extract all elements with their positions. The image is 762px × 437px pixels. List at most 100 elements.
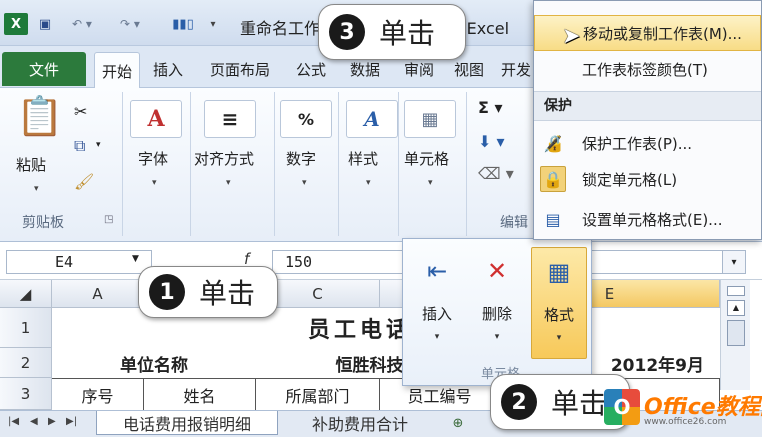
watermark-url: www.office26.com — [644, 417, 727, 427]
menu-item-label: 工作表标签颜色(T) — [582, 60, 708, 79]
number-button-label[interactable]: 数字 — [286, 148, 316, 169]
step-number: 3 — [329, 14, 365, 50]
cell-b3[interactable]: 姓名 — [144, 378, 256, 410]
insert-label: 插入 — [421, 305, 452, 323]
name-box[interactable]: E4 — [6, 250, 152, 274]
cells-icon[interactable]: ▦ — [404, 100, 456, 138]
format-cells-button[interactable]: ▦ 格式 ▾ — [531, 247, 587, 359]
insert-dropdown-icon: ▾ — [434, 332, 440, 342]
name-box-dropdown-icon[interactable]: ▼ — [132, 254, 139, 264]
excel-app-icon[interactable]: X — [4, 13, 28, 35]
cell-a3[interactable]: 序号 — [52, 378, 144, 410]
alignment-dropdown-icon[interactable]: ▾ — [226, 178, 231, 188]
delete-cells-button[interactable]: ✕ 删除 ▾ — [469, 247, 525, 359]
paste-button-label[interactable]: 粘贴 — [16, 154, 46, 175]
first-sheet-icon[interactable]: |◀ — [8, 416, 19, 427]
copy-icon[interactable]: ⧉ — [74, 136, 85, 156]
ribbon-separator — [338, 92, 339, 236]
row-header-1[interactable]: 1 — [0, 308, 52, 348]
styles-dropdown-icon[interactable]: ▾ — [366, 178, 371, 188]
format-label: 格式 — [543, 306, 574, 324]
insert-sheet-icon[interactable]: ⊕ — [444, 411, 472, 435]
menu-item-lock-cell[interactable]: 🔒 锁定单元格(L) — [534, 161, 761, 197]
expand-formula-bar-icon[interactable]: ▾ — [722, 250, 746, 274]
styles-icon[interactable]: A — [346, 100, 398, 138]
font-icon[interactable]: A — [130, 100, 182, 138]
menu-item-label: 移动或复制工作表(M)... — [583, 24, 742, 43]
cell-c3[interactable]: 所属部门 — [256, 378, 380, 410]
step-text: 单击 — [379, 17, 436, 50]
customize-toolbar-icon[interactable]: ▾ — [204, 13, 222, 35]
editing-group-label: 编辑 — [500, 215, 528, 231]
menu-item-protect-sheet[interactable]: 🔏 保护工作表(P)... — [534, 125, 761, 161]
alignment-icon[interactable]: ≡ — [204, 100, 256, 138]
insert-cells-icon: ⇤ — [426, 257, 448, 285]
delete-label: 删除 — [481, 305, 512, 323]
next-sheet-icon[interactable]: ▶ — [48, 416, 56, 427]
font-button-label[interactable]: 字体 — [138, 148, 168, 169]
copy-dropdown-icon[interactable]: ▾ — [96, 140, 101, 150]
format-painter-icon[interactable]: 🖌 — [74, 172, 94, 191]
row-header-2[interactable]: 2 — [0, 348, 52, 378]
menu-item-label: 锁定单元格(L) — [582, 170, 678, 189]
bar-chart-icon[interactable]: ▮▮▯ — [168, 13, 198, 35]
tab-insert[interactable]: 插入 — [144, 52, 192, 86]
cell-a2[interactable]: 单位名称 — [52, 348, 256, 378]
menu-item-format-cells[interactable]: ▤ 设置单元格格式(E)... — [534, 201, 761, 237]
tab-home[interactable]: 开始 — [94, 52, 140, 89]
mouse-cursor-icon: ➤ — [562, 24, 581, 49]
menu-item-label: 设置单元格格式(E)... — [582, 210, 723, 229]
paste-dropdown-icon[interactable]: ▾ — [34, 184, 39, 194]
alignment-button-label[interactable]: 对齐方式 — [194, 148, 254, 169]
save-icon[interactable]: ▣ — [34, 13, 56, 35]
tab-developer[interactable]: 开发 — [496, 52, 536, 86]
sheet-tab-subsidy-total[interactable]: 补助费用合计 — [280, 411, 440, 435]
split-handle-icon[interactable] — [727, 286, 745, 296]
clear-icon[interactable]: ⌫ ▾ — [478, 164, 514, 183]
undo-icon[interactable]: ↶ ▾ — [64, 13, 100, 35]
redo-icon[interactable]: ↷ ▾ — [112, 13, 148, 35]
sheet-tab-phone-details[interactable]: 电话费用报销明细 — [96, 411, 278, 435]
cut-icon[interactable]: ✂ — [74, 102, 87, 121]
step-text: 单击 — [199, 277, 256, 310]
scroll-up-icon[interactable]: ▲ — [727, 300, 745, 316]
prev-sheet-icon[interactable]: ◀ — [30, 416, 38, 427]
menu-section-protection: 保护 — [534, 91, 761, 121]
cells-button-label[interactable]: 单元格 — [404, 148, 449, 169]
callout-step-3: 3 单击 — [318, 4, 466, 60]
autosum-icon[interactable]: Σ ▾ — [478, 98, 503, 117]
step-text: 单击 — [551, 387, 608, 420]
last-sheet-icon[interactable]: ▶| — [66, 416, 77, 427]
step-number: 1 — [149, 274, 185, 310]
insert-cells-button[interactable]: ⇤ 插入 ▾ — [409, 247, 465, 359]
ribbon-separator — [398, 92, 399, 236]
font-dropdown-icon[interactable]: ▾ — [152, 178, 157, 188]
menu-item-tab-color[interactable]: 工作表标签颜色(T) — [534, 51, 761, 87]
ribbon-separator — [122, 92, 123, 236]
number-format-icon[interactable]: % — [280, 100, 332, 138]
styles-button-label[interactable]: 样式 — [348, 148, 378, 169]
row-header-3[interactable]: 3 — [0, 378, 52, 410]
menu-item-label: 保护工作表(P)... — [582, 134, 693, 153]
formula-bar: E4 ▼ f 150 ▾ — [0, 242, 762, 280]
cells-dropdown-icon[interactable]: ▾ — [428, 178, 433, 188]
ribbon-separator — [274, 92, 275, 236]
cells-popup: ⇤ 插入 ▾ ✕ 删除 ▾ ▦ 格式 ▾ 单元格 — [402, 238, 592, 386]
lock-icon: 🔒 — [540, 166, 566, 192]
step-number: 2 — [501, 384, 537, 420]
select-all-corner[interactable]: ◢ — [0, 280, 52, 308]
vertical-scrollbar[interactable]: ▲ — [720, 280, 750, 390]
scroll-thumb[interactable] — [727, 320, 745, 346]
fill-icon[interactable]: ⬇ ▾ — [478, 132, 505, 151]
tab-page-layout[interactable]: 页面布局 — [198, 52, 282, 86]
format-cells-icon: ▦ — [547, 258, 571, 286]
column-header-a[interactable]: A — [52, 280, 144, 308]
format-cells-menu-icon: ▤ — [545, 209, 561, 229]
delete-cells-icon: ✕ — [486, 257, 508, 285]
number-dropdown-icon[interactable]: ▾ — [302, 178, 307, 188]
paste-icon[interactable]: 📋 — [16, 94, 63, 139]
watermark: O Office教程网 www.office26.com — [604, 385, 762, 435]
tab-file[interactable]: 文件 — [2, 52, 86, 86]
ribbon-separator — [466, 92, 467, 236]
dialog-launcher-icon[interactable]: ◳ — [104, 214, 113, 225]
